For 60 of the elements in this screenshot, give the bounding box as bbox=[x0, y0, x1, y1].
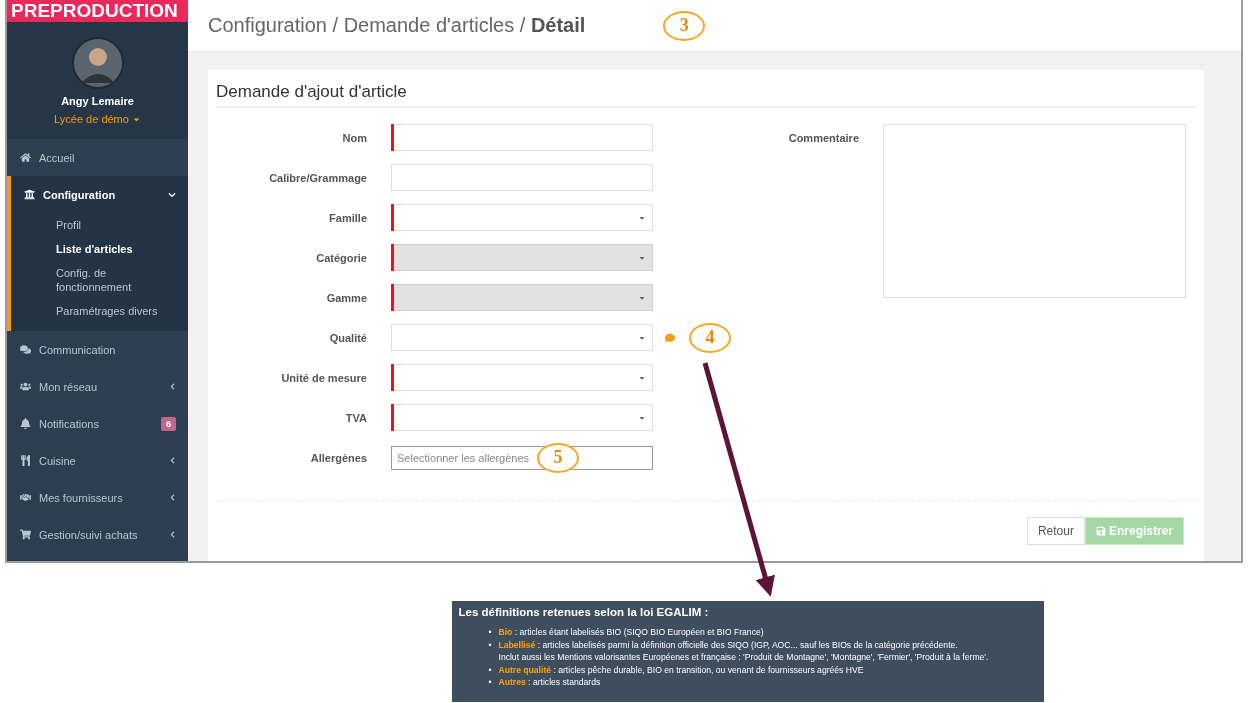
bullet: • bbox=[488, 638, 493, 652]
select-field[interactable] bbox=[391, 204, 653, 231]
definition-text: Autres : articles standards bbox=[498, 676, 601, 689]
home-icon bbox=[20, 152, 31, 163]
bullet: • bbox=[488, 626, 493, 639]
sidebar-item[interactable]: Accueil bbox=[7, 139, 188, 176]
field-label: Unité de mesure bbox=[280, 371, 367, 384]
submenu-item[interactable]: Config. de fonctionnement bbox=[11, 261, 188, 299]
submenu-item[interactable]: Paramétrages divers bbox=[11, 299, 188, 323]
select-field[interactable] bbox=[391, 364, 653, 391]
users-icon bbox=[20, 381, 31, 392]
annotation-marker: 4 bbox=[689, 322, 731, 353]
field-label: Calibre/Grammage bbox=[268, 171, 367, 184]
select-field[interactable] bbox=[391, 404, 653, 431]
save-icon bbox=[1095, 526, 1106, 536]
speech-bubble-icon[interactable] bbox=[665, 332, 675, 343]
definition-text: Labellisé : articles labelisés parmi la définition officielle des SIQO (IGP, AOC... sauf les BIOs de la catégorie précédente. bbox=[498, 638, 959, 651]
avatar bbox=[71, 37, 124, 89]
annotation-marker: 5 bbox=[537, 442, 579, 473]
bullet: • bbox=[488, 676, 493, 689]
field-label: Qualité bbox=[328, 331, 367, 344]
field-label: Famille bbox=[328, 211, 367, 224]
sidebar-item[interactable]: Gestion/suivi achats bbox=[7, 516, 188, 553]
comment-textarea[interactable] bbox=[883, 124, 1186, 298]
input-field[interactable] bbox=[391, 124, 653, 151]
comments-icon bbox=[20, 344, 31, 355]
submenu-item[interactable]: Profil bbox=[11, 213, 188, 237]
utensils-icon bbox=[20, 455, 31, 466]
field-label: Nom bbox=[341, 131, 367, 144]
field-label: Gamme bbox=[325, 291, 367, 304]
field-label: TVA bbox=[344, 411, 367, 424]
sidebar-item[interactable]: Mes fournisseurs bbox=[7, 479, 188, 516]
handshake-icon bbox=[20, 492, 31, 503]
sidebar-item[interactable]: Configuration bbox=[11, 176, 188, 213]
school-dropdown[interactable]: Lycée de démo bbox=[54, 113, 141, 125]
form-title: Demande d'ajout d'article bbox=[216, 82, 1196, 108]
field-label: Catégorie bbox=[315, 251, 367, 264]
definition-text: Autre qualité : articles pêche durable, BIO en transition, ou venant de fournisseurs agréés HVE bbox=[498, 663, 864, 676]
input-field[interactable] bbox=[391, 164, 653, 191]
bank-icon bbox=[24, 189, 35, 200]
tooltip-title: Les définitions retenues selon la loi EGALIM : bbox=[458, 606, 710, 618]
bullet: • bbox=[488, 663, 493, 676]
sidebar-item[interactable]: Mon réseau bbox=[7, 368, 188, 405]
annotation-marker: 3 bbox=[663, 10, 706, 41]
cart-icon bbox=[20, 529, 31, 540]
notification-count: 6 bbox=[161, 416, 176, 431]
sidebar-item[interactable]: Notifications 6 bbox=[7, 405, 188, 442]
environment-banner: PREPRODUCTION bbox=[7, 0, 188, 22]
sidebar-item[interactable]: Communication bbox=[7, 331, 188, 368]
select-field[interactable] bbox=[391, 324, 653, 351]
user-name: Angy Lemaire bbox=[61, 95, 134, 107]
field-label: Allergènes bbox=[309, 451, 367, 464]
submenu-item[interactable]: Liste d'articles bbox=[11, 237, 188, 261]
back-button[interactable]: Retour bbox=[1026, 517, 1085, 545]
sidebar-item[interactable]: Cuisine bbox=[7, 442, 188, 479]
definition-text: Bio : articles étant labelisés BIO (SIQO BIO Européen et BIO France) bbox=[498, 626, 764, 639]
bell-icon bbox=[20, 418, 31, 429]
definition-note: Inclut aussi les Mentions valorisantes Européenes et française : 'Produit de Montagne', 'Montagne', 'Fermier', 'Produit à la ferme'. bbox=[498, 651, 989, 664]
breadcrumb: Configuration / Demande d'articles / Détail bbox=[208, 14, 586, 37]
field-label: Commentaire bbox=[787, 131, 859, 144]
